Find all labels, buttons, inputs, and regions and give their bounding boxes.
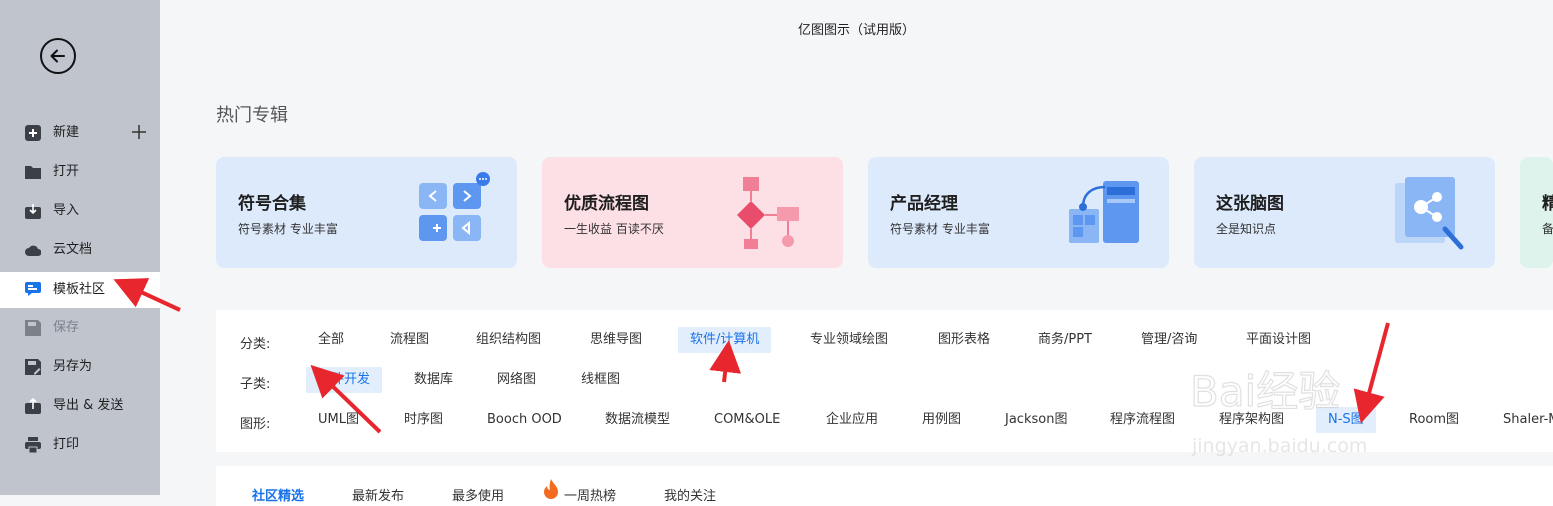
baidu-jingyan-watermark: Bai经验 jingyan.baidu.com	[1190, 366, 1367, 457]
window-title: 亿图图示（试用版）	[797, 23, 915, 38]
shape-option[interactable]: Booch OOD	[475, 407, 574, 433]
shape-option[interactable]: Jackson图	[993, 407, 1079, 433]
topic-card-product-manager[interactable]: 产品经理 符号素材 专业丰富	[868, 157, 1169, 268]
card-subtitle: 备	[1542, 222, 1553, 236]
shape-option[interactable]: 用例图	[910, 407, 973, 433]
subcategory-option[interactable]: 线框图	[569, 367, 632, 393]
folder-icon	[25, 166, 41, 179]
card-title: 精	[1542, 194, 1553, 214]
sidebar-item-label: 打印	[53, 437, 80, 452]
sidebar-item-open[interactable]: 打开	[0, 155, 160, 189]
sidebar-item-label: 导出 & 发送	[53, 398, 124, 413]
subcategory-option-selected[interactable]: 软件开发	[306, 367, 383, 393]
watermark-sub: jingyan.baidu.com	[1191, 435, 1367, 457]
save-as-icon	[25, 359, 41, 375]
card-subtitle: 全是知识点	[1216, 222, 1277, 236]
subcategory-option[interactable]: 网络图	[485, 367, 548, 393]
product-illustration-icon	[1069, 181, 1139, 243]
card-subtitle: 符号素材 专业丰富	[890, 222, 990, 236]
shape-label: 图形:	[240, 417, 271, 432]
fire-icon	[544, 479, 558, 499]
sidebar-item-cloud-docs[interactable]: 云文档	[0, 233, 160, 267]
watermark-text: Bai经验	[1190, 367, 1340, 416]
card-title: 这张脑图	[1216, 194, 1284, 214]
section-title: 热门专辑	[216, 105, 288, 126]
save-icon	[25, 320, 41, 336]
card-subtitle: 符号素材 专业丰富	[238, 222, 338, 236]
shape-option[interactable]: UML图	[306, 407, 371, 433]
sidebar-item-import[interactable]: 导入	[0, 194, 160, 228]
symbols-illustration-icon	[419, 172, 490, 241]
category-option-selected[interactable]: 软件/计算机	[678, 327, 772, 353]
topic-card-symbols[interactable]: 符号合集 符号素材 专业丰富	[216, 157, 517, 268]
category-option[interactable]: 图形表格	[926, 327, 1002, 353]
card-title: 优质流程图	[564, 194, 649, 214]
category-option[interactable]: 全部	[306, 327, 356, 353]
back-button[interactable]	[40, 38, 76, 74]
sidebar-item-label: 另存为	[53, 359, 93, 374]
category-option[interactable]: 商务/PPT	[1026, 327, 1104, 353]
sidebar-item-label: 模板社区	[53, 282, 106, 297]
shape-option[interactable]: 时序图	[392, 407, 455, 433]
category-option[interactable]: 思维导图	[578, 327, 654, 353]
card-title: 符号合集	[238, 194, 306, 214]
category-option[interactable]: 流程图	[378, 327, 441, 353]
topic-card-mindmap[interactable]: 这张脑图 全是知识点	[1194, 157, 1495, 268]
card-subtitle: 一生收益 百读不厌	[564, 222, 664, 236]
sidebar-item-export-send[interactable]: 导出 & 发送	[0, 389, 160, 423]
category-label: 分类:	[240, 337, 271, 352]
sidebar-item-save[interactable]: 保存	[0, 311, 160, 345]
subcategory-option[interactable]: 数据库	[402, 367, 465, 393]
category-option[interactable]: 管理/咨询	[1129, 327, 1209, 353]
sidebar: 新建 打开 导入 云文档 模板社区 保存 另存为 导出 & 发送 打印	[0, 0, 160, 495]
shape-option[interactable]: COM&OLE	[702, 407, 792, 433]
mindmap-illustration-icon	[1395, 177, 1464, 250]
shape-option[interactable]: Shaler-M	[1491, 407, 1553, 433]
category-option[interactable]: 组织结构图	[464, 327, 553, 353]
sidebar-item-label: 打开	[53, 164, 80, 179]
sidebar-item-template-community[interactable]: 模板社区	[0, 272, 160, 308]
category-option[interactable]: 平面设计图	[1234, 327, 1323, 353]
sidebar-item-print[interactable]: 打印	[0, 428, 160, 462]
subcategory-label: 子类:	[240, 377, 271, 392]
add-plus-icon[interactable]	[131, 124, 147, 140]
shape-option[interactable]: 程序流程图	[1098, 407, 1187, 433]
sidebar-item-label: 保存	[53, 320, 80, 335]
shape-option[interactable]: 数据流模型	[593, 407, 682, 433]
cloud-icon	[25, 245, 41, 256]
sidebar-item-label: 新建	[53, 125, 80, 140]
topic-card-partial[interactable]: 精 备	[1520, 157, 1553, 268]
template-community-icon	[25, 282, 41, 296]
community-tabs: 社区精选 最新发布 最多使用 一周热榜 我的关注	[216, 466, 1553, 506]
sidebar-item-label: 云文档	[53, 242, 93, 257]
shape-option[interactable]: 企业应用	[814, 407, 890, 433]
sidebar-item-save-as[interactable]: 另存为	[0, 350, 160, 384]
sidebar-item-label: 导入	[53, 203, 80, 218]
flowchart-illustration-icon	[737, 177, 799, 249]
printer-icon	[25, 437, 41, 453]
plus-square-icon	[25, 125, 41, 141]
import-icon	[25, 204, 41, 219]
card-title: 产品经理	[890, 194, 958, 214]
arrow-left-icon	[50, 49, 65, 63]
export-icon	[25, 398, 41, 414]
category-option[interactable]: 专业领域绘图	[798, 327, 900, 353]
topic-card-flowchart[interactable]: 优质流程图 一生收益 百读不厌	[542, 157, 843, 268]
